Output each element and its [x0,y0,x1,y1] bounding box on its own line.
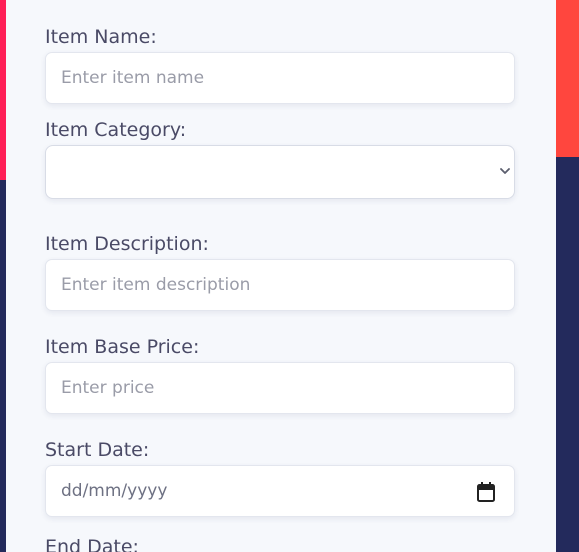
item-category-label: Item Category: [45,119,187,141]
end-date-field: End Date: [45,535,515,552]
start-date-field: Start Date: dd/mm/yyyy [45,438,515,517]
item-name-label: Item Name: [45,26,157,48]
item-description-input[interactable] [45,259,515,311]
end-date-label: End Date: [45,536,139,552]
item-category-field: Item Category: [45,118,515,199]
item-category-select[interactable] [45,145,515,199]
item-name-field: Item Name: [45,25,515,104]
item-description-field: Item Description: [45,232,515,311]
start-date-label: Start Date: [45,439,150,461]
item-base-price-input[interactable] [45,362,515,414]
add-item-form: Item Name: Item Category: Item Descripti… [6,0,556,552]
item-base-price-field: Item Base Price: [45,335,515,414]
calendar-icon[interactable] [476,481,496,503]
chevron-down-icon [500,168,510,174]
start-date-placeholder: dd/mm/yyyy [61,481,168,501]
item-base-price-label: Item Base Price: [45,336,200,358]
item-name-input[interactable] [45,52,515,104]
start-date-input[interactable]: dd/mm/yyyy [45,465,515,517]
item-description-label: Item Description: [45,233,209,255]
